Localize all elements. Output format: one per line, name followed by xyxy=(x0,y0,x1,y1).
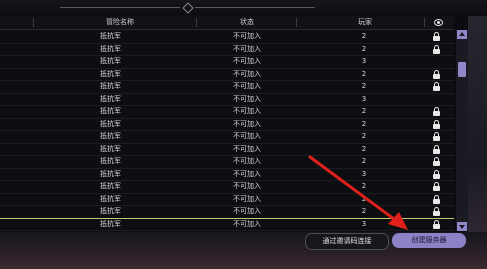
player-count: 3 xyxy=(361,169,367,178)
table-row[interactable]: 抵抗军 不可加入 3 xyxy=(0,168,454,181)
server-name: 抵抗军 xyxy=(100,94,121,103)
header-name[interactable]: 冒险名称 xyxy=(90,16,150,29)
lock-icon xyxy=(433,144,440,154)
decorative-line-right xyxy=(195,7,315,8)
server-status: 不可加入 xyxy=(233,69,261,78)
player-count: 2 xyxy=(361,132,367,140)
player-count: 2 xyxy=(361,144,367,153)
decorative-line-left xyxy=(60,7,180,8)
player-count: 3 xyxy=(361,219,367,228)
scrollbar[interactable] xyxy=(456,30,468,231)
server-status: 不可加入 xyxy=(233,57,261,65)
table-row[interactable]: 抵抗军 不可加入 2 xyxy=(0,193,454,206)
player-count: 3 xyxy=(361,94,367,103)
lock-icon xyxy=(433,44,440,54)
lock-icon xyxy=(433,107,440,116)
server-name: 抵抗军 xyxy=(100,119,121,128)
server-name: 抵抗军 xyxy=(100,57,121,65)
table-row[interactable]: 抵抗军 不可加入 2 xyxy=(0,130,454,144)
lock-icon xyxy=(433,132,440,141)
server-status: 不可加入 xyxy=(233,32,261,40)
player-count: 2 xyxy=(361,182,367,190)
server-status: 不可加入 xyxy=(233,44,261,53)
lock-icon xyxy=(433,32,440,41)
server-name: 抵抗军 xyxy=(100,44,121,53)
player-count: 2 xyxy=(361,207,367,215)
eye-icon[interactable] xyxy=(434,19,443,26)
server-status: 不可加入 xyxy=(233,182,261,190)
table-row[interactable]: 抵抗军 不可加入 2 xyxy=(0,205,454,219)
decorative-diamond xyxy=(182,2,194,14)
header-players[interactable]: 玩家 xyxy=(350,16,380,29)
server-name: 抵抗军 xyxy=(100,82,121,90)
table-row[interactable]: 抵抗军 不可加入 2 xyxy=(0,80,454,94)
table-header: 冒险名称 状态 玩家 xyxy=(0,16,454,30)
table-row[interactable]: 抵抗军 不可加入 2 xyxy=(0,155,454,169)
lock-icon xyxy=(433,119,440,129)
table-row[interactable]: 抵抗军 不可加入 3 xyxy=(0,55,454,69)
server-status: 不可加入 xyxy=(233,157,261,165)
server-status: 不可加入 xyxy=(233,144,261,153)
scroll-thumb[interactable] xyxy=(458,62,466,77)
player-count: 2 xyxy=(361,157,367,165)
create-server-button[interactable]: 创建服务器 xyxy=(392,233,466,248)
server-name: 抵抗军 xyxy=(100,132,121,140)
table-row[interactable]: 抵抗军 不可加入 2 xyxy=(0,43,454,56)
table-row[interactable]: 抵抗军 不可加入 2 xyxy=(0,180,454,194)
lock-icon xyxy=(433,219,440,229)
player-count: 2 xyxy=(361,119,367,128)
scroll-up-button[interactable] xyxy=(457,30,467,39)
header-divider xyxy=(33,18,34,27)
server-status: 不可加入 xyxy=(233,119,261,128)
server-status: 不可加入 xyxy=(233,219,261,228)
server-status: 不可加入 xyxy=(233,82,261,90)
player-count: 2 xyxy=(361,82,367,90)
server-name: 抵抗军 xyxy=(100,194,121,203)
lock-icon xyxy=(433,69,440,79)
server-name: 抵抗军 xyxy=(100,219,121,228)
header-divider xyxy=(296,18,297,27)
join-by-invite-code-button[interactable]: 通过邀请码连接 xyxy=(305,233,389,250)
server-status: 不可加入 xyxy=(233,107,261,115)
server-name: 抵抗军 xyxy=(100,169,121,178)
lock-icon xyxy=(433,169,440,179)
header-divider xyxy=(196,18,197,27)
window-top-strip xyxy=(0,0,487,16)
player-count: 2 xyxy=(361,107,367,115)
scroll-down-button[interactable] xyxy=(457,222,467,231)
player-count: 2 xyxy=(361,44,367,53)
lock-icon xyxy=(433,207,440,216)
table-row[interactable]: 抵抗军 不可加入 2 xyxy=(0,118,454,131)
player-count: 3 xyxy=(361,57,367,65)
server-name: 抵抗军 xyxy=(100,69,121,78)
table-row[interactable]: 抵抗军 不可加入 2 xyxy=(0,68,454,81)
server-status: 不可加入 xyxy=(233,94,261,103)
lock-icon xyxy=(433,82,440,91)
server-list-panel: 冒险名称 状态 玩家 抵抗军 不可加入 2 抵抗军 不可加入 2 抵抗军 不可加入 3 抵抗军 不可… xyxy=(0,16,454,232)
server-name: 抵抗军 xyxy=(100,157,121,165)
server-name: 抵抗军 xyxy=(100,32,121,40)
player-count: 2 xyxy=(361,194,367,203)
header-status[interactable]: 状态 xyxy=(220,16,274,29)
player-count: 2 xyxy=(361,32,367,40)
player-count: 2 xyxy=(361,69,367,78)
server-name: 抵抗军 xyxy=(100,182,121,190)
server-name: 抵抗军 xyxy=(100,144,121,153)
lock-icon xyxy=(433,182,440,191)
server-name: 抵抗军 xyxy=(100,107,121,115)
server-status: 不可加入 xyxy=(233,132,261,140)
header-divider xyxy=(424,18,425,27)
table-row[interactable]: 抵抗军 不可加入 2 xyxy=(0,30,454,44)
table-row[interactable]: 抵抗军 不可加入 3 xyxy=(0,93,454,106)
server-status: 不可加入 xyxy=(233,207,261,215)
table-row[interactable]: 抵抗军 不可加入 2 xyxy=(0,143,454,156)
server-status: 不可加入 xyxy=(233,194,261,203)
server-status: 不可加入 xyxy=(233,169,261,178)
table-row[interactable]: 抵抗军 不可加入 3 xyxy=(0,218,454,231)
lock-icon xyxy=(433,157,440,166)
table-row[interactable]: 抵抗军 不可加入 2 xyxy=(0,105,454,119)
lock-icon xyxy=(433,194,440,204)
server-name: 抵抗军 xyxy=(100,207,121,215)
